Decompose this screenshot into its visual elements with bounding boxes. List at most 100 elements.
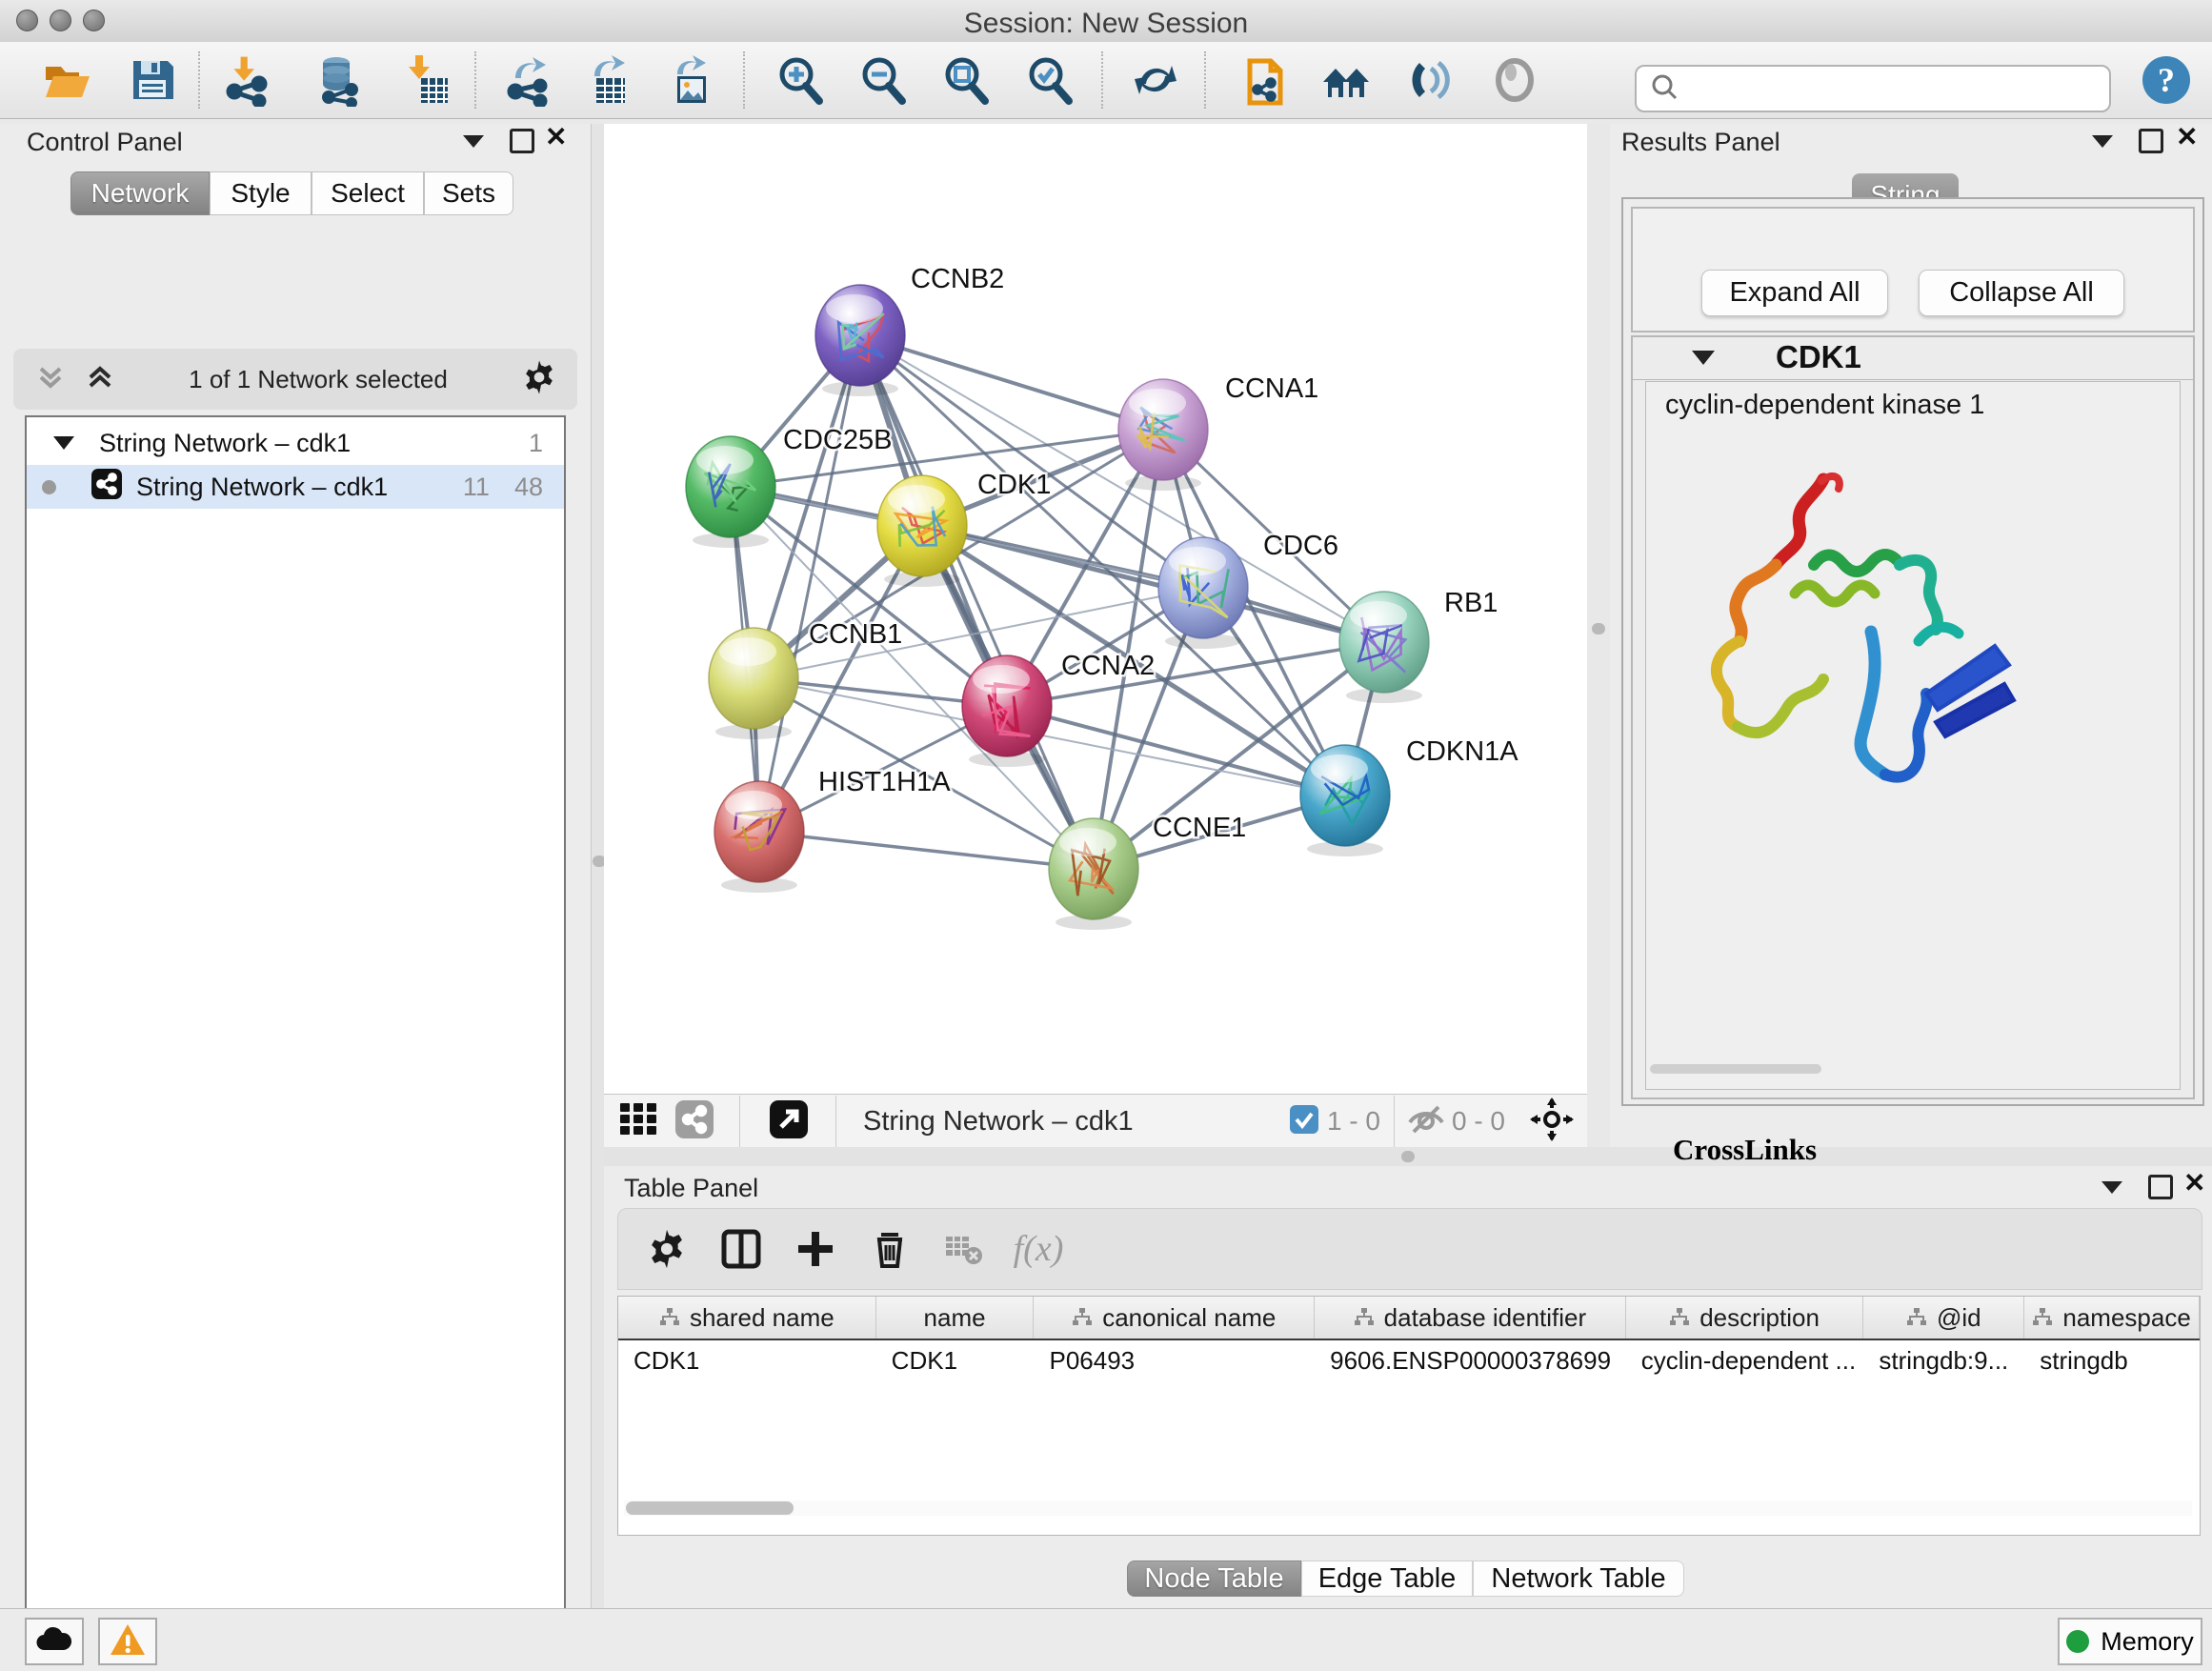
- search-input[interactable]: [1688, 73, 2109, 105]
- column-header-shared-name[interactable]: shared name: [618, 1297, 876, 1339]
- table-panel-close-icon[interactable]: ✕: [2183, 1173, 2205, 1194]
- column-header-description[interactable]: description: [1626, 1297, 1864, 1339]
- network-node-CCNE1[interactable]: [1049, 818, 1138, 930]
- node-label-CDC25B: CDC25B: [783, 425, 892, 455]
- export-network-icon[interactable]: [502, 53, 555, 107]
- create-column-icon[interactable]: [790, 1223, 841, 1275]
- home-icon[interactable]: [1319, 53, 1373, 107]
- tab-sets[interactable]: Sets: [424, 171, 513, 215]
- network-node-CDC25B[interactable]: [686, 436, 775, 548]
- network-options-gear-icon[interactable]: [520, 358, 558, 401]
- help-icon[interactable]: ?: [2140, 53, 2193, 107]
- zoom-out-icon[interactable]: [856, 53, 910, 107]
- current-network-title: String Network – cdk1: [863, 1106, 1134, 1137]
- table-row[interactable]: CDK1CDK1P064939606.ENSP00000378699cyclin…: [618, 1340, 2200, 1380]
- table-cell[interactable]: stringdb:9...: [1863, 1340, 2024, 1380]
- collapse-all-trees-icon[interactable]: [84, 361, 116, 398]
- results-panel-float-icon[interactable]: [2092, 135, 2113, 148]
- show-hide-details-icon[interactable]: [1402, 53, 1456, 107]
- network-collection-row[interactable]: String Network – cdk1 1: [27, 421, 564, 465]
- network-type-icon: [90, 468, 123, 507]
- memory-button[interactable]: Memory: [2058, 1618, 2202, 1665]
- pan-mode-icon[interactable]: [1530, 1097, 1574, 1146]
- cloud-status-button[interactable]: [25, 1618, 84, 1665]
- control-panel-close-icon[interactable]: ✕: [545, 127, 567, 148]
- network-node-CCNA2[interactable]: [962, 655, 1052, 767]
- export-image-icon[interactable]: [664, 53, 717, 107]
- table-cell[interactable]: stringdb: [2024, 1340, 2200, 1380]
- table-horizontal-scrollbar[interactable]: [624, 1500, 2192, 1516]
- birds-eye-view-icon[interactable]: [619, 1101, 659, 1142]
- tab-network[interactable]: Network: [70, 171, 210, 215]
- column-header-canonical-name[interactable]: canonical name: [1034, 1297, 1315, 1339]
- node-result-section: CDK1 cyclin-dependent kinase 1: [1631, 335, 2195, 1099]
- tab-node-table[interactable]: Node Table: [1127, 1560, 1301, 1597]
- export-table-icon[interactable]: [583, 53, 636, 107]
- column-header-database-identifier[interactable]: database identifier: [1315, 1297, 1626, 1339]
- scrollbar-thumb[interactable]: [626, 1501, 794, 1515]
- network-share-icon[interactable]: [674, 1099, 714, 1144]
- table-cell[interactable]: cyclin-dependent ...: [1626, 1340, 1864, 1380]
- control-panel-maximize-icon[interactable]: [510, 129, 534, 153]
- share-document-icon[interactable]: [1240, 53, 1294, 107]
- apply-layout-icon[interactable]: [1129, 53, 1182, 107]
- table-options-gear-icon[interactable]: [641, 1223, 693, 1275]
- toolbar-separator: [198, 51, 200, 109]
- collection-expander-icon[interactable]: [53, 436, 74, 450]
- selected-counts: 1 - 0: [1327, 1106, 1380, 1137]
- network-row-selected[interactable]: String Network – cdk1 11 48: [27, 465, 564, 509]
- network-node-CCNB1[interactable]: [709, 628, 798, 739]
- column-header--id[interactable]: @id: [1863, 1297, 2024, 1339]
- network-node-CCNB2[interactable]: [815, 285, 905, 396]
- delete-column-icon[interactable]: [864, 1223, 915, 1275]
- section-expander-icon[interactable]: [1692, 351, 1715, 365]
- network-node-HIST1H1A[interactable]: [714, 781, 804, 893]
- table-cell[interactable]: CDK1: [876, 1340, 1035, 1380]
- open-in-new-window-icon[interactable]: [769, 1099, 809, 1144]
- table-cell[interactable]: P06493: [1034, 1340, 1315, 1380]
- zoom-fit-icon[interactable]: [939, 53, 993, 107]
- column-header-name[interactable]: name: [876, 1297, 1035, 1339]
- tab-edge-table[interactable]: Edge Table: [1301, 1560, 1473, 1597]
- open-session-icon[interactable]: [40, 53, 93, 107]
- horizontal-scrollbar-thumb[interactable]: [1650, 1064, 1821, 1074]
- hidden-elements-icon[interactable]: [1406, 1103, 1446, 1140]
- right-panel-splitter[interactable]: [1587, 124, 1610, 1147]
- import-network-from-file-icon[interactable]: [221, 53, 274, 107]
- splitter-handle[interactable]: [1401, 1151, 1415, 1162]
- table-cell[interactable]: 9606.ENSP00000378699: [1315, 1340, 1626, 1380]
- network-node-CDKN1A[interactable]: [1300, 745, 1390, 856]
- control-panel-title: Control Panel: [27, 128, 183, 157]
- column-header-namespace[interactable]: namespace: [2024, 1297, 2200, 1339]
- collapse-all-button[interactable]: Collapse All: [1919, 270, 2124, 316]
- zoom-in-icon[interactable]: [774, 53, 827, 107]
- results-panel-close-icon[interactable]: ✕: [2176, 127, 2198, 148]
- node-result-body: cyclin-dependent kinase 1: [1645, 381, 2181, 1090]
- horizontal-splitter[interactable]: [604, 1147, 2212, 1166]
- save-session-icon[interactable]: [126, 53, 179, 107]
- warnings-button[interactable]: [98, 1618, 157, 1665]
- import-network-from-database-icon[interactable]: [312, 53, 365, 107]
- control-panel-float-icon[interactable]: [463, 135, 484, 148]
- splitter-handle[interactable]: [1592, 623, 1605, 634]
- show-column-icon[interactable]: [715, 1223, 767, 1275]
- table-cell[interactable]: CDK1: [618, 1340, 876, 1380]
- node-table: shared namenamecanonical namedatabase id…: [617, 1296, 2201, 1536]
- protein-structure-image: [1680, 451, 2042, 817]
- table-panel-maximize-icon[interactable]: [2148, 1175, 2173, 1199]
- network-node-CCNA1[interactable]: [1118, 379, 1208, 491]
- expand-all-trees-icon[interactable]: [34, 361, 67, 398]
- network-node-RB1[interactable]: [1339, 592, 1429, 703]
- network-canvas[interactable]: CCNB2CCNA1CDC25BCDK1CDC6RB1CCNB1CCNA2CDK…: [604, 124, 1587, 1094]
- tab-network-table[interactable]: Network Table: [1473, 1560, 1684, 1597]
- result-node-name: CDK1: [1776, 339, 1861, 375]
- tab-style[interactable]: Style: [210, 171, 312, 215]
- selected-checkbox-icon[interactable]: [1289, 1104, 1319, 1139]
- tab-select[interactable]: Select: [312, 171, 424, 215]
- presentation-sphere-icon[interactable]: [1488, 53, 1541, 107]
- import-table-from-file-icon[interactable]: [400, 53, 453, 107]
- expand-all-button[interactable]: Expand All: [1701, 270, 1888, 316]
- results-panel-maximize-icon[interactable]: [2139, 129, 2163, 153]
- table-panel-float-icon[interactable]: [2101, 1181, 2122, 1194]
- zoom-selected-icon[interactable]: [1023, 53, 1076, 107]
